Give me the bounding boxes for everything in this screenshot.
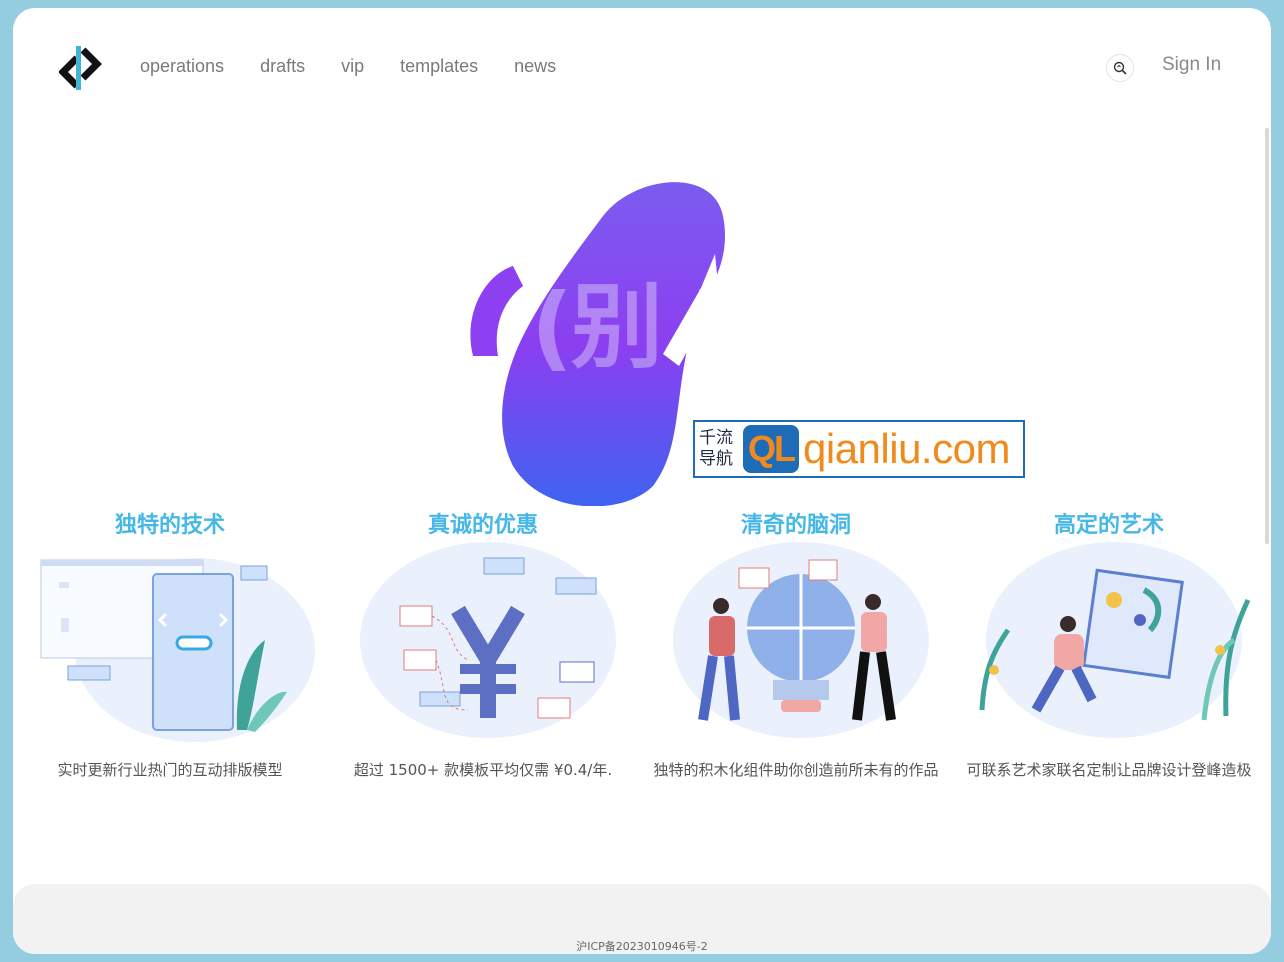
sign-in-link[interactable]: Sign In (1162, 54, 1221, 76)
watermark-banner: 千流 导航 QL qianliu.com (693, 420, 1025, 478)
feature-description: 可联系艺术家联名定制让品牌设计登峰造极 (966, 761, 1252, 779)
feature-technology: 独特的技术 实时更新行业热门的互动排版模型 (20, 506, 320, 779)
feature-title: 真诚的优惠 (427, 513, 538, 538)
search-button[interactable] (1106, 54, 1134, 82)
feature-title: 高定的艺术 (1053, 513, 1164, 538)
nav-news[interactable]: news (514, 56, 556, 77)
page-footer: 沪ICP备2023010946号-2 (13, 884, 1271, 954)
yuan-illustration (360, 542, 616, 738)
feature-description: 超过 1500+ 款模板平均仅需 ¥0.4/年. (353, 761, 613, 779)
icp-license[interactable]: 沪ICP备2023010946号-2 (13, 938, 1271, 954)
vertical-scrollbar[interactable] (1265, 128, 1269, 544)
technology-illustration (40, 558, 315, 742)
watermark-ql-badge: QL (743, 425, 799, 473)
feature-art: 高定的艺术 可联系艺术家联名定制让品牌设计登峰造极 (959, 506, 1259, 779)
nav-vip[interactable]: vip (341, 56, 364, 77)
watermark-cn-text: 千流 导航 (699, 428, 733, 469)
main-nav: operations drafts vip templates news (140, 56, 556, 77)
watermark-domain: qianliu.com (803, 425, 1010, 472)
hero-title: (别 ) (531, 274, 733, 381)
feature-description: 实时更新行业热门的互动排版模型 (57, 761, 283, 779)
browser-window: operations drafts vip templates news Sig… (13, 8, 1271, 954)
site-logo-icon[interactable] (59, 44, 103, 92)
feature-discount: 真诚的优惠 超过 1500+ 款模板平均仅需 ¥0.4/年. (333, 506, 633, 779)
puzzle-bulb-illustration (673, 542, 929, 738)
nav-operations[interactable]: operations (140, 56, 224, 77)
feature-title: 清奇的脑洞 (740, 513, 851, 538)
artist-illustration (979, 542, 1251, 738)
feature-creativity: 清奇的脑洞 独特的积木化组件助你创造前所未有的作品 (646, 506, 946, 779)
nav-drafts[interactable]: drafts (260, 56, 305, 77)
feature-title: 独特的技术 (114, 513, 225, 538)
feature-description: 独特的积木化组件助你创造前所未有的作品 (653, 761, 939, 779)
search-icon (1113, 61, 1127, 75)
nav-templates[interactable]: templates (400, 56, 478, 77)
